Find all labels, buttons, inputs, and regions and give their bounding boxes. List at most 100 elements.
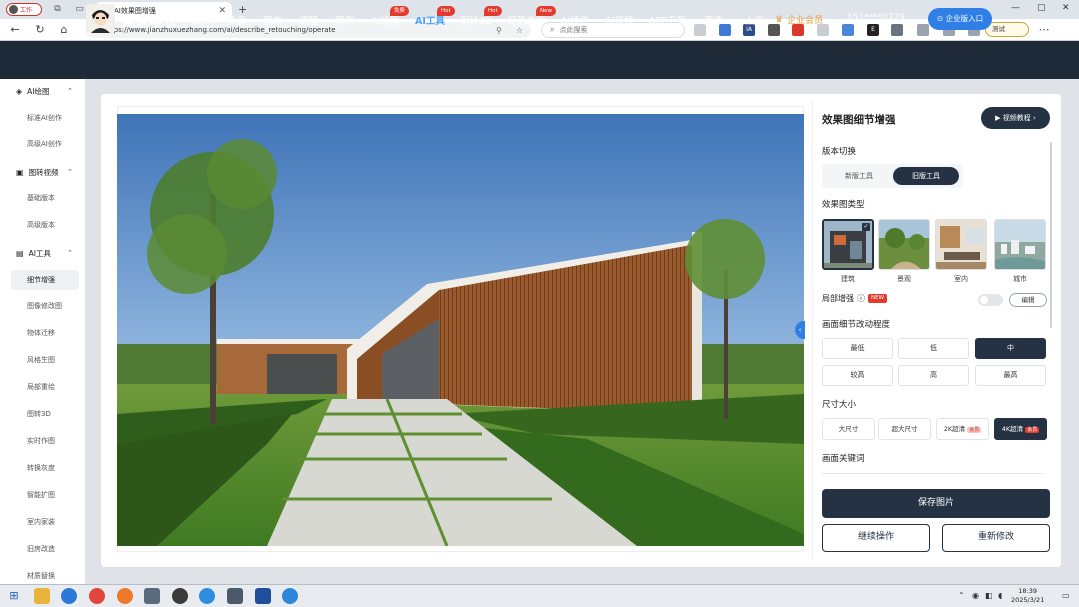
sidebar-group-ai-tools[interactable]: ▤ AI工具 ⌃	[0, 241, 85, 265]
level-low-button[interactable]: 低	[898, 338, 969, 359]
sidebar-item-grayscale[interactable]: 转换灰度	[11, 458, 79, 478]
taskbar-clock[interactable]: 18:39 2025/3/21	[1011, 587, 1044, 605]
panel-scrollbar[interactable]	[1050, 142, 1052, 328]
level-lowest-button[interactable]: 最低	[822, 338, 893, 359]
tab-close-icon[interactable]: ✕	[218, 6, 226, 16]
chevron-up-icon: ⌃	[67, 87, 73, 95]
extension-icon-8[interactable]: E	[867, 24, 879, 36]
workspaces-icon[interactable]: ⧉	[52, 4, 63, 15]
sidebar-item-realtime-drawing[interactable]: 实时作图	[11, 431, 79, 451]
sidebar-item-style-generation[interactable]: 风格生图	[11, 350, 79, 370]
sidebar-item-material-replace[interactable]: 材质替换	[11, 566, 79, 586]
sidebar-item-advanced-ai[interactable]: 高级AI创作	[11, 134, 79, 154]
notification-icon[interactable]: ▭	[1062, 591, 1070, 600]
level-higher-button[interactable]: 较高	[822, 365, 893, 386]
beta-badge[interactable]: 测试	[985, 22, 1029, 37]
local-enhance-edit-button[interactable]: 编辑	[1009, 293, 1047, 307]
sidebar-item-detail-enhance[interactable]: 细节增强	[11, 270, 79, 290]
edge-icon[interactable]	[61, 588, 77, 604]
share-icon[interactable]: ⚲	[496, 26, 502, 35]
video-icon: ▣	[16, 167, 24, 177]
file-explorer-icon[interactable]	[34, 588, 50, 604]
sidebar-group-ai-drawing[interactable]: ◈ AI绘图 ⌃	[0, 79, 85, 103]
size-4k-button[interactable]: 4K超清 会员	[994, 418, 1047, 440]
nav-code-search-badge: New	[536, 6, 556, 16]
extension-icon-9[interactable]	[891, 24, 903, 36]
user-phone[interactable]: 151****0729	[847, 13, 905, 23]
sidebar-group-image-to-video[interactable]: ▣ 图转视频 ⌃	[0, 160, 85, 184]
result-image[interactable]	[117, 114, 804, 546]
sidebar-item-outpainting[interactable]: 智能扩图	[11, 485, 79, 505]
help-icon[interactable]: ⓘ	[857, 293, 865, 304]
nav-resources[interactable]: 资源	[227, 13, 246, 27]
extension-icon-7[interactable]	[842, 24, 854, 36]
site-logo-text[interactable]: 建筑学长	[122, 11, 178, 30]
sidebar-item-standard-ai[interactable]: 标准AI创作	[11, 108, 79, 128]
sidebar-item-advanced-version[interactable]: 高级版本	[11, 215, 79, 235]
size-large-button[interactable]: 大尺寸	[822, 418, 875, 440]
chrome-icon[interactable]	[89, 588, 105, 604]
tray-chevron-icon[interactable]: ⌃	[958, 591, 965, 600]
nav-cases[interactable]: 案例	[335, 13, 354, 27]
local-enhance-toggle[interactable]	[978, 294, 1003, 306]
redo-button[interactable]: 重新修改	[942, 524, 1050, 552]
reload-icon[interactable]: ↻	[33, 23, 47, 37]
version-new-tool[interactable]: 新版工具	[826, 167, 892, 185]
save-image-button[interactable]: 保存图片	[822, 489, 1050, 518]
window-close-icon[interactable]: ✕	[1062, 3, 1070, 13]
type-card-interior[interactable]	[935, 219, 987, 270]
sidebar-item-image-to-3d[interactable]: 图转3D	[11, 404, 79, 424]
version-old-tool[interactable]: 旧版工具	[893, 167, 959, 185]
network-icon[interactable]: ◧	[985, 591, 993, 600]
type-card-landscape[interactable]	[878, 219, 930, 270]
type-card-urban[interactable]	[994, 219, 1046, 270]
nav-upload[interactable]: 上传	[745, 13, 764, 27]
nav-more[interactable]: 更多 ⌄	[704, 13, 734, 27]
maximize-icon[interactable]: ▢	[1037, 3, 1046, 13]
vip-link[interactable]: ♛ 企业会员	[775, 13, 823, 27]
tray-app-icon[interactable]: ◉	[972, 591, 979, 600]
app-icon-2[interactable]	[172, 588, 188, 604]
firefox-icon[interactable]	[117, 588, 133, 604]
browser-menu-icon[interactable]: ⋯	[1037, 23, 1051, 37]
app-icon-3[interactable]	[199, 588, 215, 604]
app-icon-6[interactable]	[282, 588, 298, 604]
sidebar-item-renovation[interactable]: 旧房改造	[11, 539, 79, 559]
start-icon[interactable]: ⊞	[6, 588, 22, 604]
enterprise-entry-button[interactable]: ⊙ 企业版入口	[928, 8, 992, 30]
back-icon[interactable]: ←	[8, 23, 22, 37]
nav-gallery[interactable]: 图库	[263, 13, 282, 27]
app-icon-4[interactable]	[227, 588, 243, 604]
browser-profile-button[interactable]: 工作	[6, 3, 42, 16]
nav-ai-plugins[interactable]: AI插件	[561, 13, 589, 27]
level-medium-button[interactable]: 中	[975, 338, 1046, 359]
app-icon-5[interactable]	[255, 588, 271, 604]
favorites-icon[interactable]	[917, 24, 929, 36]
continue-button[interactable]: 继续操作	[822, 524, 930, 552]
nav-ai-video[interactable]: AI视频	[605, 13, 633, 27]
nav-home[interactable]: 首页	[191, 13, 210, 27]
keyword-label: 画面关键词	[822, 454, 865, 464]
video-tutorial-button[interactable]: ▶ 视频教程 ›	[981, 107, 1050, 129]
sidebar-item-inpainting[interactable]: 局部重绘	[11, 377, 79, 397]
tab-actions-icon[interactable]: ▭	[74, 4, 85, 15]
profile-avatar	[9, 5, 18, 14]
sidebar-item-image-edit[interactable]: 图像修改图	[11, 296, 79, 316]
site-logo[interactable]	[86, 4, 115, 33]
sidebar-item-basic-version[interactable]: 基础版本	[11, 188, 79, 208]
size-xlarge-button[interactable]: 超大尺寸	[878, 418, 931, 440]
nav-app-download[interactable]: APP下载	[649, 13, 686, 27]
volume-icon[interactable]: ◖	[998, 591, 1002, 600]
chevron-right-icon: ›	[1033, 114, 1036, 122]
keyword-input[interactable]	[822, 473, 1044, 474]
home-icon[interactable]: ⌂	[57, 23, 71, 37]
nav-courses[interactable]: 课程	[299, 13, 318, 27]
sidebar-item-interior-design[interactable]: 室内家装	[11, 512, 79, 532]
app-icon-1[interactable]	[144, 588, 160, 604]
sidebar-item-object-migration[interactable]: 物体迁移	[11, 323, 79, 343]
minimize-icon[interactable]: —	[1011, 3, 1020, 13]
size-2k-button[interactable]: 2K超清 会员	[936, 418, 989, 440]
type-card-architecture[interactable]: ✓	[822, 219, 874, 270]
level-high-button[interactable]: 高	[898, 365, 969, 386]
level-highest-button[interactable]: 最高	[975, 365, 1046, 386]
